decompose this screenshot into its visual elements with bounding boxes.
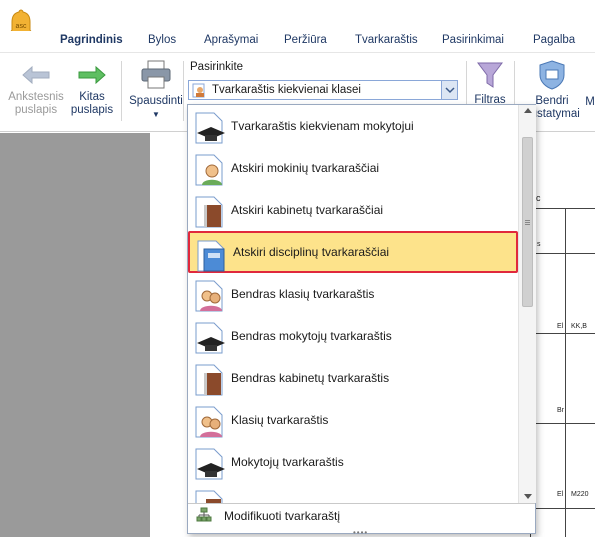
cell-text: El (557, 323, 564, 330)
grid-line (530, 333, 595, 334)
dropdown-item[interactable]: Bendras klasių tvarkaraštis (188, 273, 518, 315)
dropdown-item-label: Atskiri disciplinų tvarkaraščiai (233, 245, 390, 259)
modify-schedule-item[interactable]: Modifikuoti tvarkaraštį (188, 503, 535, 527)
print-label: Spausdinti (129, 95, 183, 107)
chevron-down-icon (445, 87, 455, 94)
arrow-left-icon (22, 65, 50, 85)
grid-line (530, 508, 595, 509)
cell-text: c (536, 193, 541, 203)
modify-schedule-label: Modifikuoti tvarkaraštį (224, 509, 341, 523)
grip-line (525, 224, 530, 225)
student-icon (195, 154, 223, 186)
dropdown-item[interactable]: Klasių tvarkaraštis (188, 399, 518, 441)
teacher-cap-icon (195, 448, 225, 480)
more-label: M (585, 96, 595, 108)
org-chart-icon (196, 507, 212, 522)
printer-icon (141, 60, 171, 89)
teacher-cap-icon (195, 112, 225, 144)
previous-page-line1: Ankstesnis (8, 91, 64, 103)
class-group-icon (195, 406, 223, 438)
combobox-value: Tvarkaraštis kiekvienai klasei (212, 84, 361, 96)
dropdown-item[interactable]: Atskiri kabinetų tvarkaraščiai (188, 189, 518, 231)
next-page-line1: Kitas (79, 91, 105, 103)
door-icon (195, 364, 223, 396)
tab-pagalba[interactable]: Pagalba (533, 34, 575, 46)
class-group-icon (192, 83, 205, 98)
title-bar: asc (0, 0, 595, 39)
grid-line (530, 253, 595, 254)
dropdown-item-label: Bendras kabinetų tvarkaraštis (231, 371, 390, 385)
filter-icon (477, 62, 503, 88)
grid-line (530, 208, 595, 209)
dropdown-item-label: Klasių tvarkaraštis (231, 413, 329, 427)
dropdown-item[interactable]: Atskiri mokinių tvarkaraščiai (188, 147, 518, 189)
dropdown-item-label: Atskiri mokinių tvarkaraščiai (231, 161, 380, 175)
cell-text: Br (557, 407, 564, 414)
grid-line (530, 423, 595, 424)
cell-text: s (537, 241, 541, 248)
next-page-line2: puslapis (70, 104, 114, 116)
dropdown-item[interactable]: Tvarkaraštis kiekvienam mokytojui (188, 105, 518, 147)
logo-text: asc (16, 23, 27, 30)
more-button[interactable]: M (583, 96, 595, 109)
dropdown-scrollbar[interactable] (518, 105, 536, 503)
door-icon (195, 196, 223, 228)
teacher-cap-icon (195, 322, 225, 354)
tab-tvarkarastis[interactable]: Tvarkaraštis (355, 34, 418, 46)
choose-label: Pasirinkite (190, 61, 244, 73)
dropdown-item-label: Mokytojų tvarkaraštis (231, 455, 344, 469)
previous-page-line2: puslapis (14, 104, 58, 116)
dropdown-item-selected[interactable]: Atskiri disciplinų tvarkaraščiai (188, 231, 518, 273)
dropdown-item-label: Bendras mokytojų tvarkaraštis (231, 329, 392, 343)
app-window: asc Pagrindinis Bylos Aprašymai Peržiūra… (0, 0, 595, 537)
tab-pagrindinis[interactable]: Pagrindinis (60, 34, 123, 46)
filter-button[interactable]: Filtras (470, 59, 510, 107)
ribbon-separator (121, 61, 122, 121)
print-button[interactable]: Spausdinti ▼ (126, 59, 186, 121)
tab-bylos[interactable]: Bylos (148, 34, 176, 46)
door-icon (195, 490, 223, 503)
combobox-arrow[interactable] (441, 81, 457, 99)
cell-text: KK,B (571, 323, 587, 330)
scroll-down-arrow-icon[interactable] (524, 494, 532, 499)
shield-icon (539, 60, 565, 90)
scrollbar-thumb[interactable] (522, 137, 533, 307)
tab-pasirinkimai[interactable]: Pasirinkimai (442, 34, 504, 46)
dropdown-item[interactable]: Mokytojų tvarkaraštis (188, 441, 518, 483)
grid-line (565, 208, 566, 537)
ribbon-tabs: Pagrindinis Bylos Aprašymai Peržiūra Tva… (0, 31, 595, 52)
class-group-icon (195, 280, 223, 312)
grip-line (525, 220, 530, 221)
book-icon (197, 240, 225, 272)
previous-page-button[interactable]: Ankstesnis puslapis (6, 63, 66, 117)
dropdown-item-label: Tvarkaraštis kiekvienam mokytojui (231, 119, 414, 133)
dropdown-item-label: Bendras klasių tvarkaraštis (231, 287, 375, 301)
dropdown-item-label: Atskiri kabinetų tvarkaraščiai (231, 203, 384, 217)
cell-text: El (557, 491, 564, 498)
dropdown-item[interactable]: Bendras kabinetų tvarkaraštis (188, 357, 518, 399)
tab-perziura[interactable]: Peržiūra (284, 34, 327, 46)
dropdown-item[interactable]: Bendras mokytojų tvarkaraštis (188, 315, 518, 357)
dropdown-item-partial[interactable] (188, 483, 518, 503)
cell-text: M220 (571, 491, 589, 498)
report-type-combobox[interactable]: Tvarkaraštis kiekvienai klasei (188, 80, 458, 100)
resize-grip-icon[interactable]: •••• (353, 528, 368, 537)
grip-line (525, 222, 530, 223)
report-type-dropdown: Tvarkaraštis kiekvienam mokytojui Atskir… (187, 104, 536, 537)
ribbon-separator (183, 61, 184, 121)
next-page-button[interactable]: Kitas puslapis (66, 63, 118, 117)
print-dropdown-arrow-icon[interactable]: ▼ (126, 108, 186, 121)
tab-aprasymai[interactable]: Aprašymai (204, 34, 258, 46)
arrow-right-icon (78, 65, 106, 85)
scroll-up-arrow-icon[interactable] (524, 108, 532, 113)
